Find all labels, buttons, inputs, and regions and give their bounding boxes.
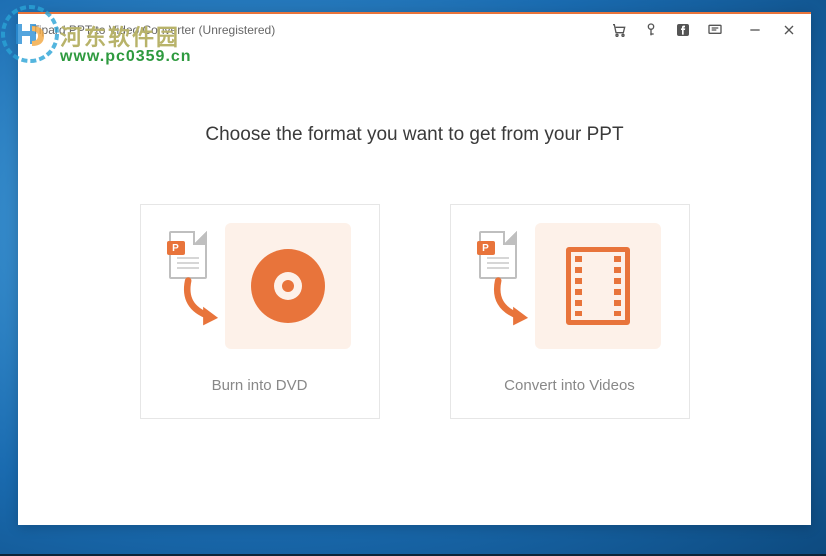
feedback-icon[interactable] bbox=[707, 22, 723, 38]
video-tile bbox=[535, 223, 661, 349]
film-strip-icon bbox=[566, 247, 630, 325]
arrow-icon bbox=[487, 275, 543, 331]
watermark-url: www.pc0359.cn bbox=[60, 48, 192, 66]
option-row: P Burn into DVD P bbox=[140, 204, 690, 419]
cart-icon[interactable] bbox=[611, 22, 627, 38]
app-window: Tipard PPT to Video Converter (Unregiste… bbox=[18, 12, 811, 525]
video-icon-area: P bbox=[479, 223, 661, 349]
video-option-label: Convert into Videos bbox=[504, 377, 635, 394]
dvd-icon-area: P bbox=[169, 223, 351, 349]
dvd-tile bbox=[225, 223, 351, 349]
page-heading: Choose the format you want to get from y… bbox=[205, 124, 623, 146]
dvd-option-label: Burn into DVD bbox=[212, 377, 308, 394]
minimize-button[interactable] bbox=[747, 22, 763, 38]
burn-dvd-card[interactable]: P Burn into DVD bbox=[140, 204, 380, 419]
facebook-icon[interactable] bbox=[675, 22, 691, 38]
main-content: Choose the format you want to get from y… bbox=[18, 46, 811, 525]
watermark-logo bbox=[0, 4, 60, 64]
ppt-file-icon: P bbox=[169, 231, 207, 279]
title-controls bbox=[611, 22, 797, 38]
close-button[interactable] bbox=[781, 22, 797, 38]
arrow-icon bbox=[177, 275, 233, 331]
convert-video-card[interactable]: P Convert into Videos bbox=[450, 204, 690, 419]
dvd-disc-icon bbox=[251, 249, 325, 323]
ppt-file-icon: P bbox=[479, 231, 517, 279]
key-icon[interactable] bbox=[643, 22, 659, 38]
